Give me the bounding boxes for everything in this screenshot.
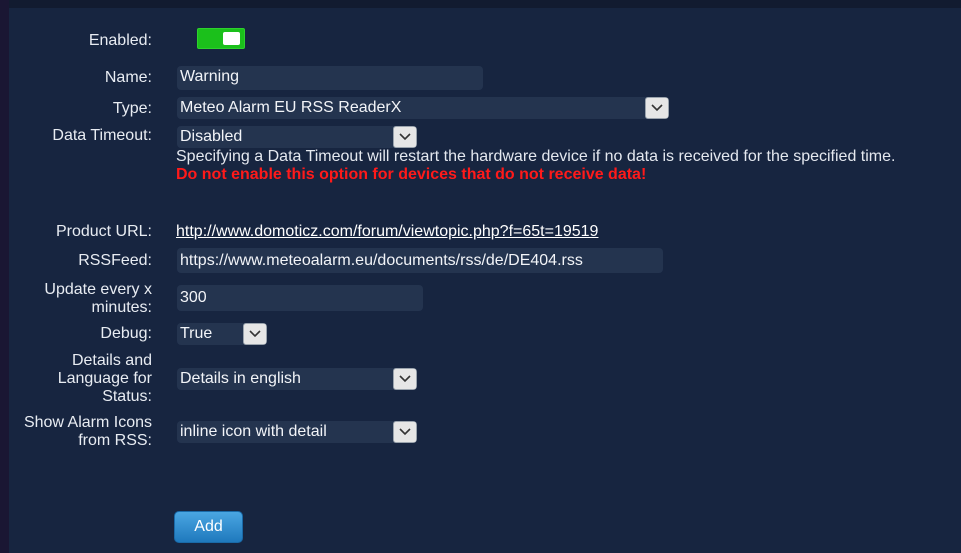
type-select[interactable]: Meteo Alarm EU RSS ReaderX (177, 97, 669, 119)
debug-select[interactable]: True (177, 323, 267, 345)
data-timeout-help: Specifying a Data Timeout will restart t… (176, 148, 896, 165)
type-value: Meteo Alarm EU RSS ReaderX (180, 99, 402, 116)
product-url-label: Product URL: (55, 223, 152, 240)
add-button[interactable]: Add (174, 511, 243, 543)
update-every-value: 300 (180, 289, 207, 306)
product-url-link[interactable]: http://www.domoticz.com/forum/viewtopic.… (176, 223, 598, 241)
enabled-label: Enabled: (88, 32, 152, 49)
details-language-value: Details in english (180, 370, 301, 387)
data-timeout-warning: Do not enable this option for devices th… (176, 166, 647, 183)
toggle-knob (223, 32, 240, 45)
details-language-label: Details and Language for Status: (58, 352, 152, 406)
alarm-icons-value: inline icon with detail (180, 423, 327, 440)
debug-value: True (180, 325, 213, 342)
update-every-label: Update every x minutes: (44, 281, 152, 317)
chevron-down-icon[interactable] (393, 368, 417, 390)
name-input[interactable]: Warning (177, 66, 483, 90)
debug-label: Debug: (100, 325, 152, 342)
name-label: Name: (104, 69, 152, 86)
details-language-select[interactable]: Details in english (177, 368, 417, 390)
top-border (0, 0, 961, 8)
data-timeout-label: Data Timeout: (52, 127, 152, 144)
alarm-icons-label-line1: Show Alarm Icons (23, 414, 152, 431)
enabled-toggle[interactable] (197, 28, 245, 49)
alarm-icons-select[interactable]: inline icon with detail (177, 421, 417, 443)
update-every-label-line2: minutes: (91, 299, 152, 316)
details-language-label-line3: Status: (102, 388, 152, 405)
left-border (0, 0, 9, 553)
rss-feed-input[interactable]: https://www.meteoalarm.eu/documents/rss/… (177, 248, 663, 273)
update-every-input[interactable]: 300 (177, 285, 423, 311)
name-value: Warning (180, 68, 239, 85)
chevron-down-icon[interactable] (243, 323, 267, 345)
update-every-label-line1: Update every x (44, 281, 152, 298)
data-timeout-select[interactable]: Disabled (177, 126, 417, 148)
chevron-down-icon[interactable] (393, 126, 417, 148)
details-language-label-line2: Language for (57, 370, 152, 387)
rss-feed-label: RSSFeed: (78, 252, 152, 269)
rss-feed-value: https://www.meteoalarm.eu/documents/rss/… (180, 252, 583, 269)
alarm-icons-label: Show Alarm Icons from RSS: (24, 414, 152, 450)
type-label: Type: (112, 100, 152, 117)
alarm-icons-label-line2: from RSS: (78, 432, 152, 449)
details-language-label-line1: Details and (71, 352, 152, 369)
chevron-down-icon[interactable] (645, 97, 669, 119)
chevron-down-icon[interactable] (393, 421, 417, 443)
data-timeout-value: Disabled (180, 128, 243, 145)
